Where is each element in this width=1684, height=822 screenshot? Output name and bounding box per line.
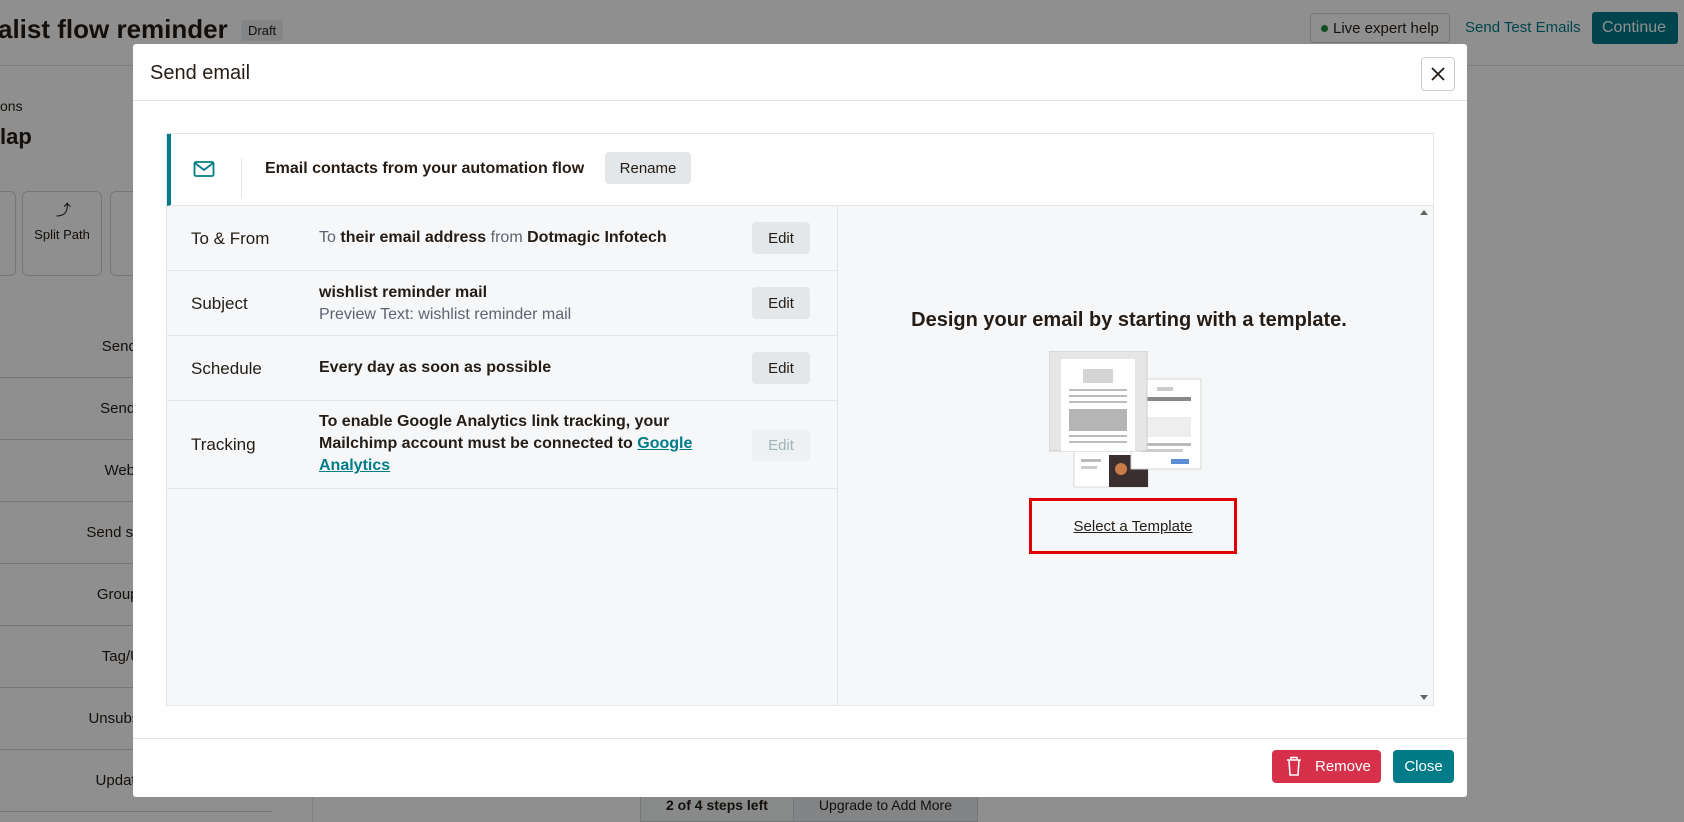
email-step-panel: Email contacts from your automation flow… — [166, 133, 1434, 706]
row-schedule: Schedule Every day as soon as possible E… — [167, 336, 837, 401]
envelope-icon-wrap — [171, 158, 242, 198]
remove-button[interactable]: Remove — [1272, 750, 1381, 783]
link-part: Google — [637, 435, 693, 452]
schedule-value: Every day as soon as possible — [319, 357, 551, 379]
to-word: To — [319, 229, 336, 246]
row-label: Schedule — [191, 359, 262, 378]
tracking-text: To enable Google Analytics link tracking… — [319, 413, 670, 452]
send-email-modal: Send email Email contacts from your auto… — [133, 44, 1467, 797]
link-part: Analytics — [319, 457, 391, 474]
scroll-up-arrow-icon[interactable] — [1420, 210, 1428, 215]
from-word: from — [490, 229, 523, 246]
close-icon-button[interactable] — [1421, 57, 1455, 91]
row-label: To & From — [191, 229, 270, 248]
close-icon — [1431, 67, 1445, 81]
template-illustration — [1049, 351, 1202, 488]
row-to-from: To & From To their email address from Do… — [167, 206, 837, 271]
row-label: Subject — [191, 294, 248, 313]
panel-header: Email contacts from your automation flow… — [167, 134, 1433, 206]
to-value: their email address — [340, 229, 487, 246]
scroll-down-arrow-icon[interactable] — [1420, 695, 1428, 700]
edit-subject-button[interactable]: Edit — [752, 287, 810, 319]
settings-column: To & From To their email address from Do… — [167, 206, 838, 705]
modal-header: Send email — [133, 44, 1467, 101]
modal-title: Send email — [150, 62, 251, 84]
row-tracking: Tracking To enable Google Analytics link… — [167, 401, 837, 489]
envelope-icon — [193, 161, 215, 177]
modal-footer: Remove Close — [133, 738, 1467, 797]
edit-tracking-button: Edit — [752, 429, 810, 461]
rename-button[interactable]: Rename — [605, 152, 691, 184]
select-template-link[interactable]: Select a Template — [1032, 518, 1234, 535]
select-template-highlight: Select a Template — [1029, 498, 1237, 554]
close-button[interactable]: Close — [1393, 750, 1454, 783]
subject-text: wishlist reminder mail — [319, 284, 488, 301]
to-from-value: To their email address from Dotmagic Inf… — [319, 227, 667, 249]
panel-header-text: Email contacts from your automation flow — [265, 160, 585, 177]
subject-value: wishlist reminder mail Preview Text: wis… — [319, 282, 571, 326]
row-label: Tracking — [191, 435, 256, 454]
preview-text: Preview Text: wishlist reminder mail — [319, 306, 572, 323]
schedule-text: Every day as soon as possible — [319, 359, 552, 376]
edit-to-from-button[interactable]: Edit — [752, 222, 810, 254]
remove-label: Remove — [1315, 758, 1371, 775]
from-value: Dotmagic Infotech — [527, 229, 667, 246]
trash-icon — [1287, 756, 1301, 776]
row-subject: Subject wishlist reminder mail Preview T… — [167, 271, 837, 336]
tracking-value: To enable Google Analytics link tracking… — [319, 411, 704, 477]
design-heading: Design your email by starting with a tem… — [911, 309, 1347, 331]
edit-schedule-button[interactable]: Edit — [752, 352, 810, 384]
template-column: Design your email by starting with a tem… — [839, 206, 1433, 705]
